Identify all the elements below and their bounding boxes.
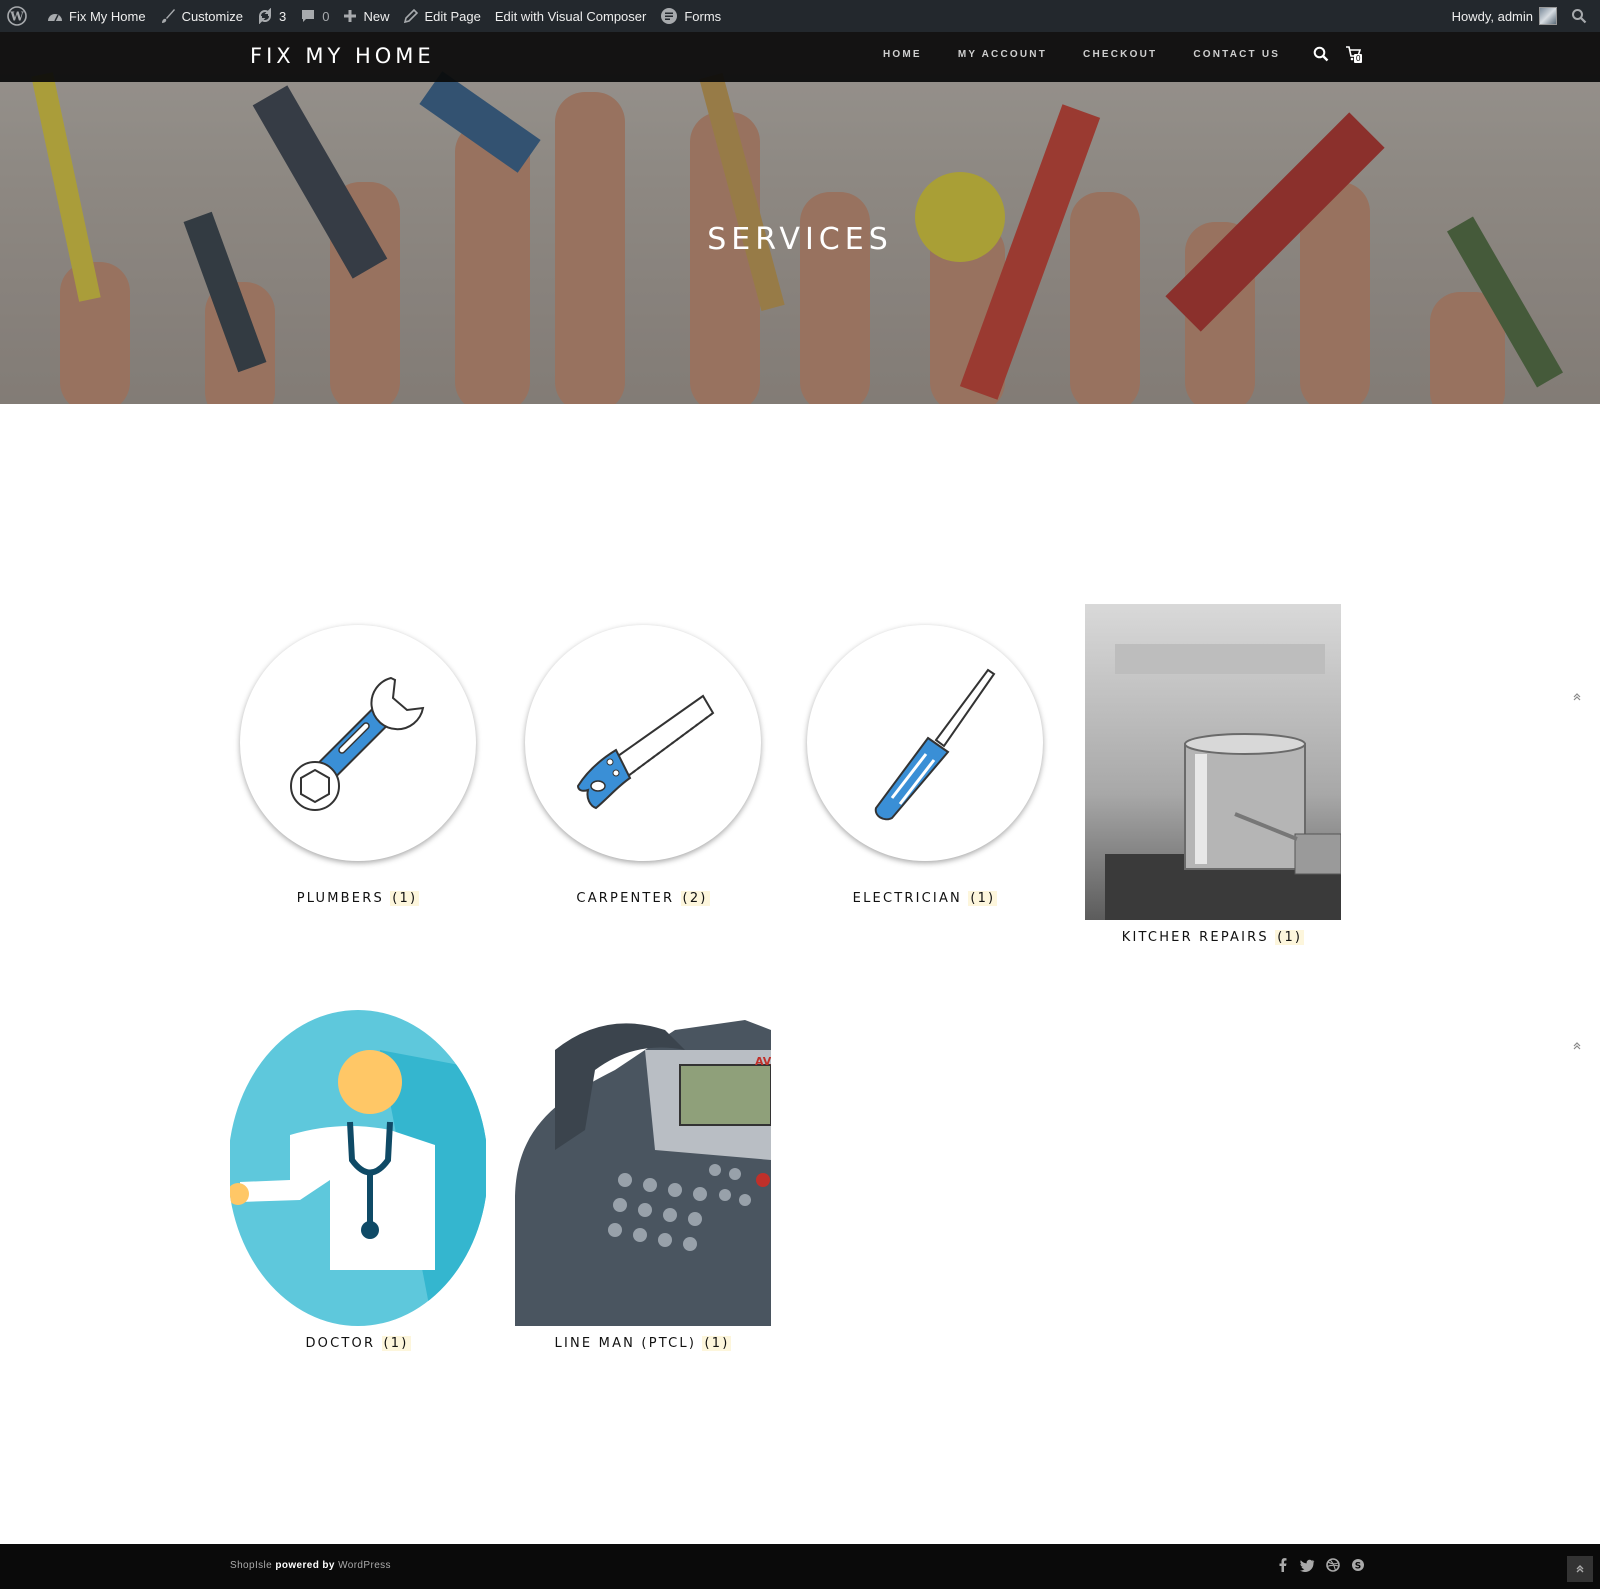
- header-cart[interactable]: 0: [1345, 45, 1363, 66]
- wordpress-logo-icon[interactable]: W: [0, 0, 40, 32]
- admin-edit-page-label: Edit Page: [424, 8, 481, 24]
- category-title[interactable]: DOCTOR (1): [230, 1336, 486, 1351]
- skype-icon[interactable]: S: [1351, 1558, 1365, 1572]
- plus-icon: [344, 10, 357, 22]
- updates-icon: [258, 8, 271, 24]
- admin-updates-link[interactable]: 3: [250, 0, 293, 32]
- paintbrush-icon: [161, 9, 175, 23]
- category-thumbnail[interactable]: AVAYA: [515, 1010, 771, 1326]
- category-count: (1): [968, 891, 998, 906]
- nav-home[interactable]: HOME: [883, 49, 922, 60]
- svg-text:S: S: [1355, 1562, 1361, 1572]
- category-name: DOCTOR: [305, 1336, 376, 1351]
- category-name: LINE MAN (PTCL): [554, 1336, 697, 1351]
- admin-site-link[interactable]: Fix My Home: [40, 0, 153, 32]
- admin-customize-link[interactable]: Customize: [153, 0, 250, 32]
- admin-comments-link[interactable]: 0: [293, 0, 336, 32]
- category-count: (1): [1275, 930, 1305, 945]
- svg-text:AVAYA: AVAYA: [755, 1055, 771, 1068]
- admin-forms-label: Forms: [684, 8, 722, 24]
- header-search-icon[interactable]: [1313, 46, 1329, 67]
- category-thumbnail[interactable]: [230, 604, 486, 881]
- twitter-icon[interactable]: [1300, 1558, 1315, 1572]
- dashboard-icon: [48, 14, 62, 22]
- footer-powered-text: powered by: [275, 1560, 335, 1571]
- category-name: PLUMBERS: [296, 891, 384, 906]
- facebook-icon[interactable]: [1276, 1558, 1289, 1572]
- admin-edit-page-link[interactable]: Edit Page: [396, 0, 487, 32]
- category-doctor[interactable]: DOCTOR (1): [230, 1010, 486, 1351]
- admin-forms-link[interactable]: Forms: [653, 0, 728, 32]
- admin-customize-label: Customize: [181, 8, 243, 24]
- cooking-pot-photo: [1105, 644, 1341, 920]
- category-name: CARPENTER: [576, 891, 675, 906]
- nav-checkout[interactable]: CHECKOUT: [1083, 49, 1157, 60]
- saw-icon: [576, 694, 715, 809]
- social-links: S: [1276, 1558, 1365, 1572]
- wrench-icon: [290, 676, 425, 811]
- category-plumbers[interactable]: PLUMBERS (1): [230, 604, 486, 906]
- dribbble-icon[interactable]: [1326, 1558, 1340, 1572]
- category-thumbnail[interactable]: [797, 604, 1053, 881]
- cart-count-badge: 0: [1354, 54, 1363, 63]
- category-title[interactable]: KITCHER REPAIRS (1): [1085, 930, 1341, 945]
- category-name: ELECTRICIAN: [852, 891, 962, 906]
- site-header: FIX MY HOME HOME MY ACCOUNT CHECKOUT CON…: [0, 32, 1600, 82]
- scroll-up-chevron-icon[interactable]: [1572, 1041, 1584, 1053]
- back-to-top-button[interactable]: [1567, 1556, 1593, 1582]
- double-chevron-up-icon: [1576, 1565, 1584, 1573]
- category-title[interactable]: ELECTRICIAN (1): [797, 891, 1053, 906]
- pencil-icon: [404, 8, 419, 23]
- svg-text:W: W: [9, 10, 24, 24]
- footer-credit: ShopIsle powered by WordPress: [230, 1560, 391, 1571]
- category-thumbnail[interactable]: [230, 1010, 486, 1326]
- screwdriver-icon: [874, 668, 996, 820]
- comment-icon: [302, 10, 315, 22]
- category-title[interactable]: LINE MAN (PTCL) (1): [515, 1336, 771, 1351]
- admin-new-label: New: [363, 8, 390, 24]
- admin-search-icon[interactable]: [1564, 0, 1600, 32]
- avatar: [1539, 7, 1557, 25]
- admin-bar: W Fix My Home Customize 3 0 New Edit Pag…: [0, 0, 1600, 32]
- footer-platform-link[interactable]: WordPress: [338, 1560, 391, 1571]
- hero-overlay: [0, 32, 1600, 404]
- category-thumbnail[interactable]: [1085, 604, 1341, 920]
- site-footer: ShopIsle powered by WordPress S: [0, 1544, 1600, 1589]
- category-title[interactable]: PLUMBERS (1): [230, 891, 486, 906]
- admin-comments-count: 0: [322, 8, 330, 24]
- nav-my-account[interactable]: MY ACCOUNT: [958, 49, 1047, 60]
- category-carpenter[interactable]: CARPENTER (2): [515, 604, 771, 906]
- category-count: (2): [680, 891, 710, 906]
- desk-phone-photo: AVAYA: [515, 1020, 771, 1326]
- category-count: (1): [390, 891, 420, 906]
- doctor-icon: [230, 1010, 486, 1326]
- category-name: KITCHER REPAIRS: [1121, 930, 1269, 945]
- forms-icon: [661, 8, 678, 24]
- admin-new-link[interactable]: New: [336, 0, 396, 32]
- admin-account-menu[interactable]: Howdy, admin: [1445, 0, 1564, 32]
- category-thumbnail[interactable]: [515, 604, 771, 881]
- category-electrician[interactable]: ELECTRICIAN (1): [797, 604, 1053, 906]
- site-logo[interactable]: FIX MY HOME: [250, 44, 435, 68]
- footer-theme-link[interactable]: ShopIsle: [230, 1560, 272, 1571]
- category-line-man[interactable]: AVAYA LINE MAN (PTCL) (1): [515, 1010, 771, 1351]
- category-count: (1): [381, 1336, 411, 1351]
- admin-site-name: Fix My Home: [69, 8, 146, 24]
- main-nav: HOME MY ACCOUNT CHECKOUT CONTACT US: [883, 49, 1316, 60]
- category-count: (1): [702, 1336, 732, 1351]
- nav-contact-us[interactable]: CONTACT US: [1193, 49, 1280, 60]
- admin-visual-composer-label: Edit with Visual Composer: [494, 8, 647, 24]
- admin-visual-composer-link[interactable]: Edit with Visual Composer: [488, 0, 654, 32]
- category-kitchen-repairs[interactable]: KITCHER REPAIRS (1): [1085, 604, 1341, 945]
- scroll-up-chevron-icon[interactable]: [1572, 692, 1584, 704]
- page-title: SERVICES: [707, 222, 893, 257]
- category-title[interactable]: CARPENTER (2): [515, 891, 771, 906]
- admin-howdy-label: Howdy, admin: [1451, 8, 1533, 24]
- admin-updates-count: 3: [278, 8, 287, 24]
- hero-banner: SERVICES: [0, 32, 1600, 404]
